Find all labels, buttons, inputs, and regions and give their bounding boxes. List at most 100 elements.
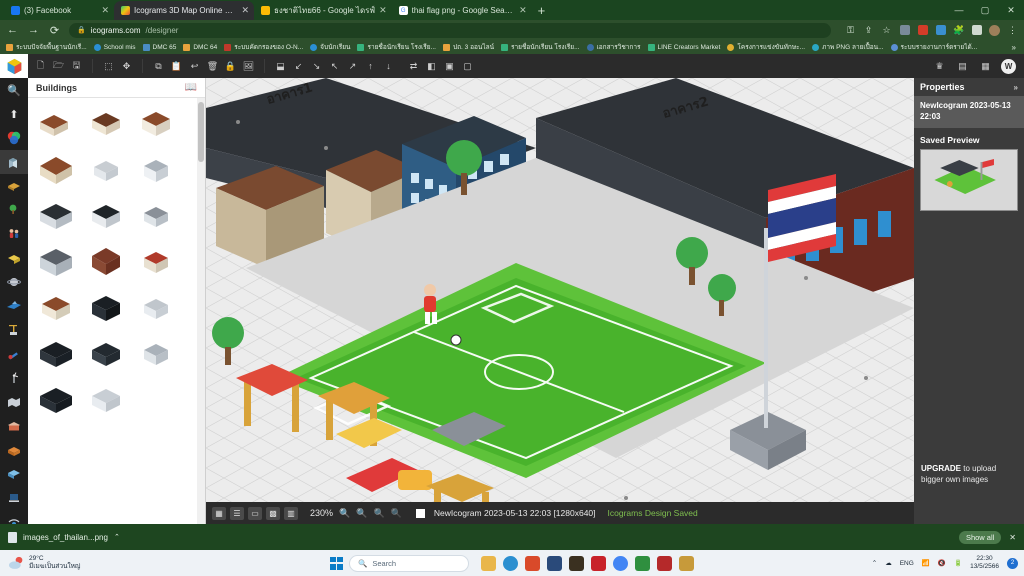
tab-close-icon[interactable]: ✕ — [379, 5, 387, 16]
single-view-icon[interactable]: ▭ — [248, 506, 262, 520]
sidebar-item-space-tool[interactable] — [0, 270, 28, 294]
icograms-logo[interactable] — [0, 54, 28, 78]
columns-view-icon[interactable]: ▥ — [284, 506, 298, 520]
bookmark-item[interactable]: ระบบรายงานการ์ดรายได้... — [889, 42, 980, 52]
book-icon[interactable]: 📖 — [185, 82, 197, 93]
sidebar-item-nature-tool[interactable] — [0, 198, 28, 222]
bookmark-item[interactable]: DMC 64 — [181, 43, 219, 51]
taskbar-app-edge[interactable] — [503, 555, 518, 571]
download-item[interactable]: images_of_thailan...png ⌃ — [8, 531, 120, 543]
sidebar-item-devices-tool[interactable] — [0, 486, 28, 510]
zoom-reset-icon[interactable]: 🔍 — [391, 508, 402, 519]
chevron-right-icon[interactable]: » — [1014, 83, 1018, 92]
layout-icon[interactable]: ▤ — [955, 59, 970, 74]
shape-item[interactable] — [34, 288, 78, 328]
bookmark-item[interactable]: ภาพ PNG ลายเปื้อน... — [810, 42, 885, 52]
shape-item[interactable] — [134, 104, 178, 144]
layer-up-icon[interactable]: ▣ — [442, 59, 457, 74]
scrollbar-thumb[interactable] — [198, 102, 204, 162]
sidebar-item-upload-tool[interactable]: ⬆ — [0, 102, 28, 126]
taskbar-app-explorer[interactable] — [481, 555, 496, 571]
browser-tab[interactable]: ธงชาติไทย66 - Google ไดรฟ์ ✕ — [254, 1, 392, 20]
browser-tab-active[interactable]: Icograms 3D Map Online Design ✕ — [114, 1, 254, 20]
tray-chevron-icon[interactable]: ⌃ — [872, 559, 877, 567]
menu-icon[interactable]: ⋮ — [1007, 25, 1018, 36]
sidebar-item-people-tool[interactable] — [0, 222, 28, 246]
share-icon[interactable]: ⇪ — [863, 25, 874, 36]
shape-item[interactable] — [84, 380, 128, 420]
arrow-up-icon[interactable]: ↑ — [363, 59, 378, 74]
bookmark-item[interactable]: รายชื่อนักเรียน โรงเรีย... — [355, 42, 438, 52]
lock-icon[interactable]: 🔒 — [223, 59, 238, 74]
trash-icon[interactable]: 🗑 — [205, 59, 220, 74]
bookmark-item[interactable]: ระบบปัจจัยพื้นฐานนักเรี... — [4, 42, 89, 52]
sidebar-item-map-tool[interactable] — [0, 390, 28, 414]
sidebar-item-shop-tool[interactable] — [0, 414, 28, 438]
shape-item[interactable] — [134, 334, 178, 374]
zoom-out-icon[interactable]: 🔍 — [356, 508, 367, 519]
sidebar-item-search-tool[interactable]: 🔍 — [0, 78, 28, 102]
wifi-icon[interactable]: 📶 — [922, 559, 930, 567]
arrow-down-right-icon[interactable]: ↘ — [309, 59, 324, 74]
shapes-panel-scrollbar[interactable] — [197, 98, 205, 524]
shape-item[interactable] — [34, 104, 78, 144]
sidebar-item-logistics-tool[interactable] — [0, 438, 28, 462]
tab-close-icon[interactable]: ✕ — [101, 5, 109, 16]
new-tab-button[interactable]: + — [538, 2, 546, 20]
sidebar-item-buildings-tool[interactable] — [0, 150, 28, 174]
crown-icon[interactable]: ♛ — [932, 59, 947, 74]
shape-item[interactable] — [34, 196, 78, 236]
minimize-button[interactable]: — — [946, 0, 972, 20]
cloud-icon[interactable]: ☁ — [885, 559, 892, 567]
layer-front-icon[interactable]: ◧ — [424, 59, 439, 74]
flip-icon[interactable]: ⇄ — [406, 59, 421, 74]
shape-item[interactable] — [134, 150, 178, 190]
maximize-button[interactable]: ▢ — [972, 0, 998, 20]
image-icon[interactable]: 🖼 — [241, 59, 256, 74]
taskbar-app-red[interactable] — [591, 555, 606, 571]
tab-close-icon[interactable]: ✕ — [519, 5, 527, 16]
shape-item[interactable] — [134, 288, 178, 328]
extension-3-icon[interactable] — [935, 24, 946, 36]
shape-item[interactable] — [84, 150, 128, 190]
list-view-icon[interactable]: ☰ — [230, 506, 244, 520]
chevron-up-icon[interactable]: ⌃ — [114, 533, 120, 541]
taskbar-app-gold[interactable] — [679, 555, 694, 571]
puzzle-icon[interactable]: 🧩 — [953, 25, 964, 36]
sidebar-item-industry-tool[interactable] — [0, 174, 28, 198]
sidebar-item-construction-tool[interactable] — [0, 318, 28, 342]
language-indicator[interactable]: ENG — [900, 560, 914, 567]
arrow-down-left-icon[interactable]: ↙ — [291, 59, 306, 74]
sidebar-item-network-tool[interactable] — [0, 510, 28, 524]
sidebar-item-colors-tool[interactable] — [0, 126, 28, 150]
battery-icon[interactable]: 🔋 — [954, 559, 962, 567]
sidebar-item-tools-tool[interactable] — [0, 342, 28, 366]
select-icon[interactable]: ⬚ — [101, 59, 116, 74]
tile-view-icon[interactable]: ▩ — [266, 506, 280, 520]
copy-icon[interactable]: ⧉ — [151, 59, 166, 74]
close-shelf-icon[interactable]: ✕ — [1009, 533, 1016, 542]
taskbar-app-ai2[interactable] — [569, 555, 584, 571]
shape-item[interactable] — [34, 334, 78, 374]
sidebar-item-furniture-tool[interactable] — [0, 246, 28, 270]
sidebar-item-office-tool[interactable] — [0, 462, 28, 486]
grid-view-icon[interactable]: ▦ — [212, 506, 226, 520]
bookmark-item[interactable]: LINE Creators Market — [646, 43, 723, 51]
bookmark-item[interactable]: โครงการแข่งขันทักษะ... — [725, 42, 807, 52]
taskbar-app-green[interactable] — [635, 555, 650, 571]
transform-icon[interactable]: ⬓ — [273, 59, 288, 74]
taskbar-app-pdf[interactable] — [657, 555, 672, 571]
bookmark-item[interactable]: ระบบคัดกรองของ O-N... — [222, 42, 305, 52]
search-input[interactable]: 🔍 Search — [349, 554, 469, 572]
document-title-field[interactable]: NewIcogram 2023-05-13 22:03 — [914, 96, 1024, 128]
notification-badge[interactable]: 2 — [1007, 557, 1018, 569]
bookmark-item[interactable]: รายชื่อนักเรียน โรงเรีย... — [499, 42, 582, 52]
design-canvas[interactable]: อาคาร1 อาคาร2 — [206, 78, 914, 502]
bookmark-item[interactable]: เอกสารวิชาการ — [585, 42, 643, 52]
tab-close-icon[interactable]: ✕ — [241, 5, 249, 16]
sidepanel-icon[interactable] — [971, 24, 982, 36]
bookmark-item[interactable]: ปถ. 3 ออนไลน์ — [441, 42, 496, 52]
undo-icon[interactable]: ↩ — [187, 59, 202, 74]
weather-widget[interactable]: 29°C มีเมฆเป็นส่วนใหญ่ — [0, 555, 80, 571]
open-folder-icon[interactable]: 🗁 — [51, 59, 66, 74]
